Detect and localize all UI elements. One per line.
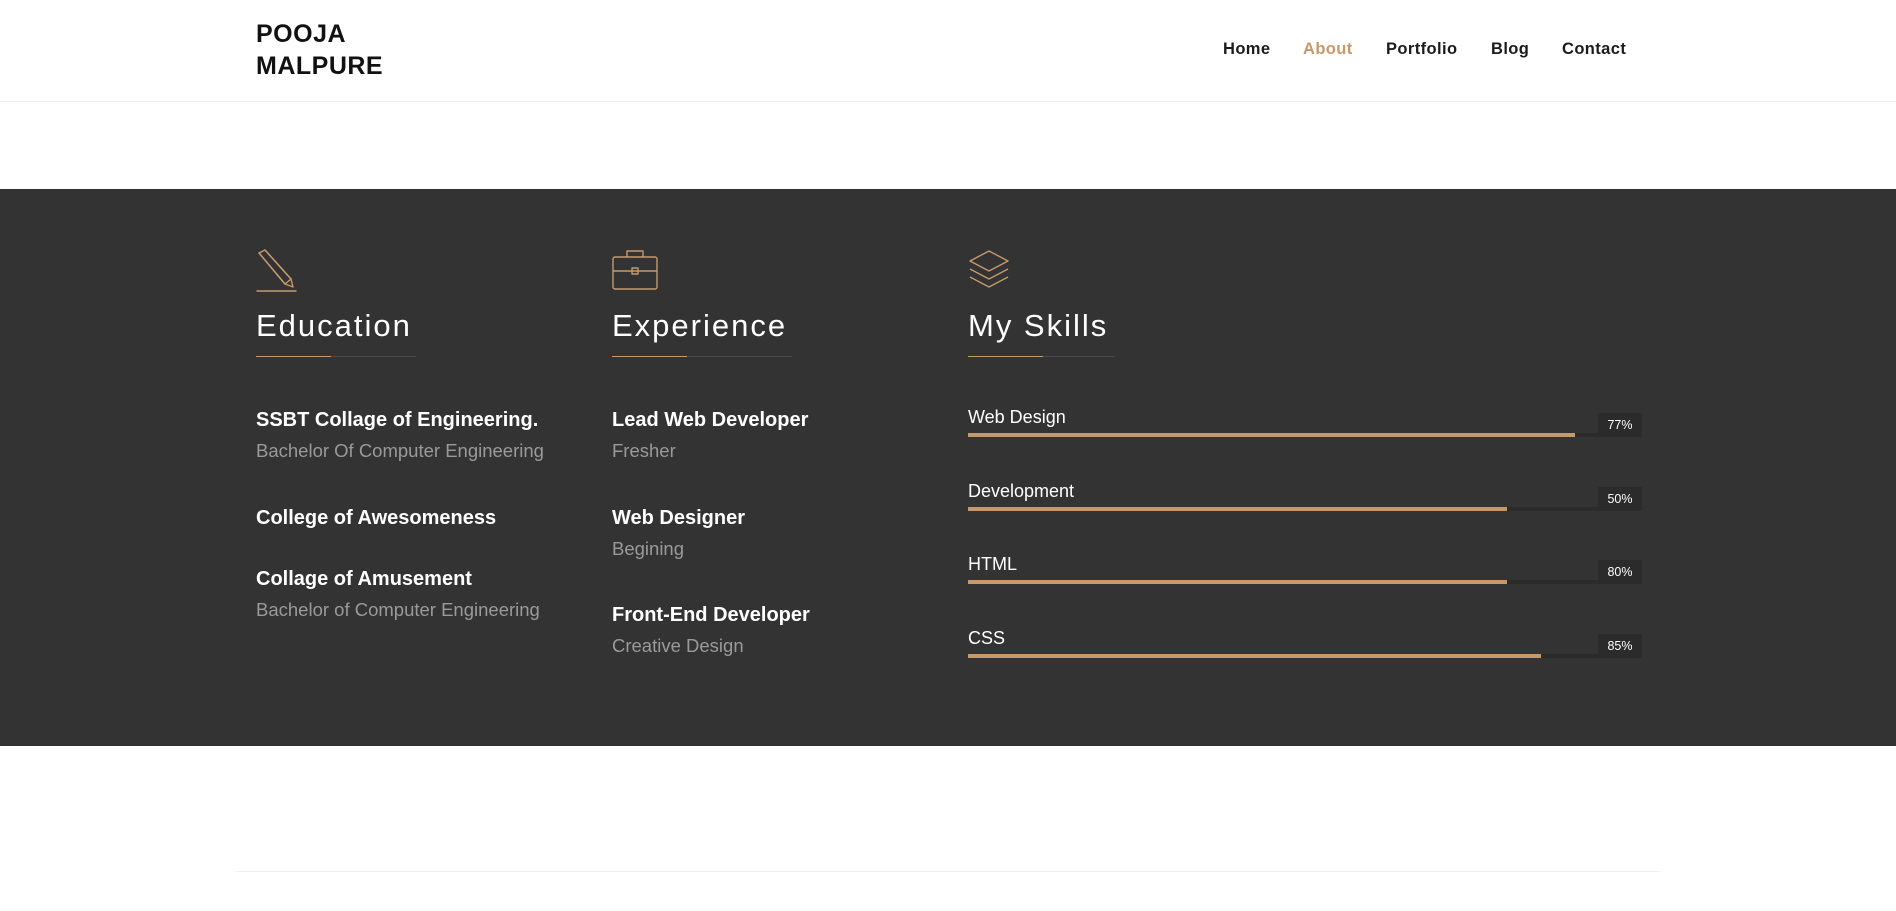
experience-entry-subtitle: Creative Design: [612, 635, 744, 656]
nav-about[interactable]: About: [1303, 40, 1353, 59]
skill-progress-fill: [968, 580, 1508, 584]
skill-label: Web Design: [968, 407, 1066, 427]
experience-entry: Lead Web Developer Fresher: [612, 407, 952, 463]
skills-title-underline: [968, 356, 1114, 357]
skill-progress-track: [968, 433, 1642, 437]
skill-percent-badge: 80%: [1598, 560, 1642, 584]
skills-title: My Skills: [968, 308, 1109, 343]
resume-section: Education SSBT Collage of Engineering. B…: [0, 189, 1896, 746]
site-logo[interactable]: POOJA MALPURE: [256, 18, 456, 82]
skill-item: Web Design 77%: [968, 406, 1642, 446]
education-title: Education: [256, 308, 412, 343]
skill-progress-fill: [968, 507, 1508, 511]
skill-progress-fill: [968, 433, 1575, 437]
skill-percent-badge: 50%: [1598, 487, 1642, 511]
education-entry: College of Awesomeness: [256, 505, 596, 531]
skill-progress-track: [968, 507, 1642, 511]
logo-line-1: POOJA: [256, 20, 347, 48]
education-entry: Collage of Amusement Bachelor of Compute…: [256, 566, 596, 622]
skill-percent-badge: 85%: [1598, 634, 1642, 658]
experience-title-underline: [612, 356, 792, 357]
skill-percent-badge: 77%: [1598, 413, 1642, 437]
experience-entry: Front-End Developer Creative Design: [612, 602, 952, 658]
education-entry: SSBT Collage of Engineering. Bachelor Of…: [256, 407, 596, 463]
logo-line-2: MALPURE: [256, 52, 384, 80]
education-title-underline: [256, 356, 416, 357]
nav-blog[interactable]: Blog: [1491, 40, 1529, 59]
experience-entry-title: Web Designer: [612, 507, 745, 529]
education-entry-title: Collage of Amusement: [256, 568, 472, 590]
footer-divider: [236, 871, 1660, 872]
education-entry-subtitle: Bachelor Of Computer Engineering: [256, 440, 544, 461]
nav-portfolio[interactable]: Portfolio: [1386, 40, 1457, 59]
education-entry-subtitle: Bachelor of Computer Engineering: [256, 599, 540, 620]
experience-title: Experience: [612, 308, 788, 343]
skill-item: Development 50%: [968, 480, 1642, 520]
briefcase-icon: [612, 249, 658, 293]
pencil-icon: [256, 249, 300, 293]
experience-entry-subtitle: Begining: [612, 538, 685, 559]
education-entry-title: College of Awesomeness: [256, 507, 497, 529]
site-header: POOJA MALPURE Home About Portfolio Blog …: [0, 0, 1896, 102]
nav-home[interactable]: Home: [1223, 40, 1270, 59]
experience-entry-title: Front-End Developer: [612, 604, 810, 626]
skill-progress-track: [968, 580, 1642, 584]
experience-entry: Web Designer Begining: [612, 505, 952, 561]
skill-progress-track: [968, 654, 1642, 658]
experience-entry-title: Lead Web Developer: [612, 409, 809, 431]
experience-entry-subtitle: Fresher: [612, 440, 676, 461]
skill-label: CSS: [968, 628, 1006, 648]
skill-item: CSS 85%: [968, 627, 1642, 667]
skill-progress-fill: [968, 654, 1541, 658]
skill-label: Development: [968, 481, 1075, 501]
skill-item: HTML 80%: [968, 553, 1642, 593]
skill-label: HTML: [968, 554, 1017, 574]
nav-contact[interactable]: Contact: [1562, 40, 1626, 59]
education-entry-title: SSBT Collage of Engineering.: [256, 409, 539, 431]
layers-icon: [968, 249, 1012, 293]
